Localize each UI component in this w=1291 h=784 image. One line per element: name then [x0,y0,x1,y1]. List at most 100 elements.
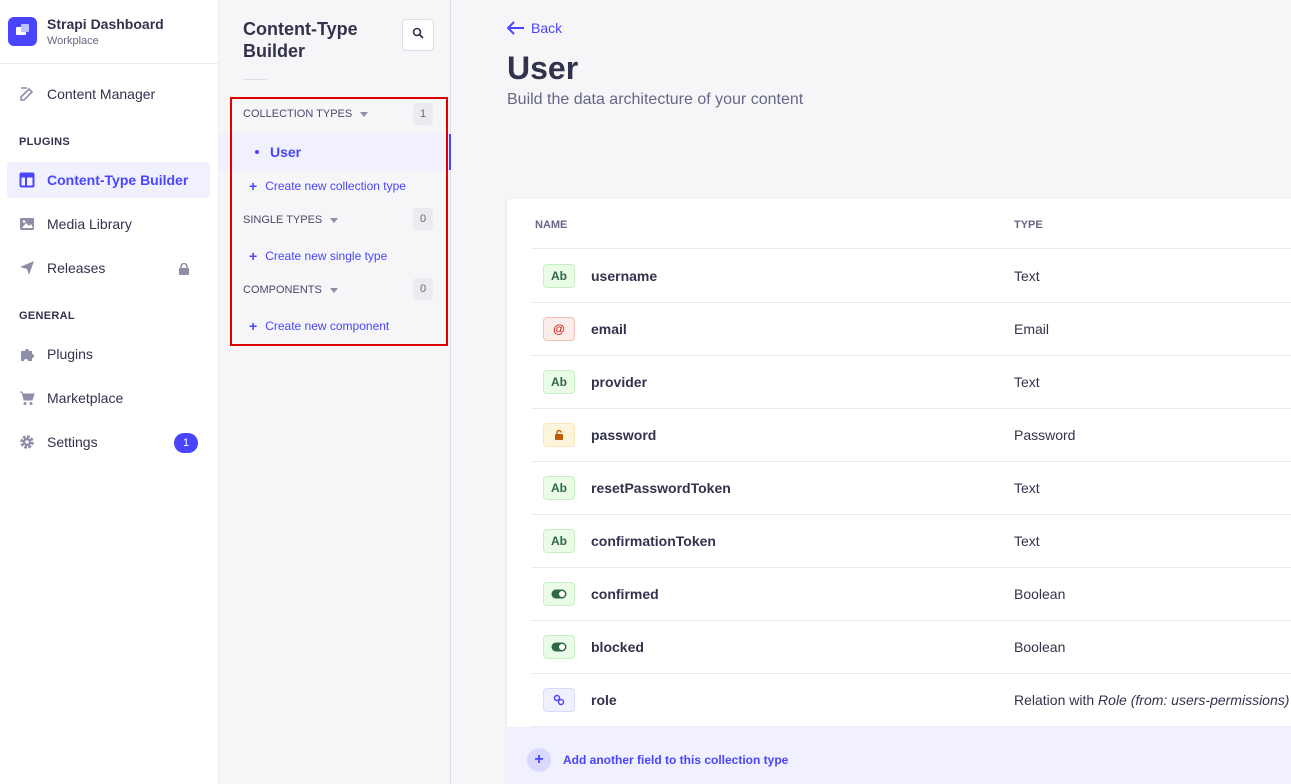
search-icon [412,26,424,44]
field-type-label: Text [1014,480,1040,496]
table-row[interactable]: Ab username Text [531,250,1291,303]
nav-item-media-library[interactable]: Media Library [7,206,210,242]
field-type-label: Relation with [1014,692,1099,708]
field-type: Text [1014,374,1040,390]
column-header-type: TYPE [1014,219,1043,231]
back-link[interactable]: Back [507,20,562,36]
field-type-label: Boolean [1014,639,1066,655]
page-subtitle: Build the data architecture of your cont… [507,91,804,108]
field-icon-glyph: Ab [551,269,567,283]
image-icon [19,216,35,232]
field-type: Text [1014,533,1040,549]
field-name: confirmed [591,586,659,602]
nav-label: Content Manager [47,86,156,102]
back-label: Back [531,20,563,36]
table-row[interactable]: @ email Email [531,303,1291,356]
column-header-name: NAME [535,219,568,231]
field-icon-glyph: Ab [551,375,567,389]
paper-plane-icon [19,260,35,276]
text-field-icon: Ab [543,476,575,500]
arrow-left-icon [507,21,524,35]
layout-icon [19,172,35,188]
nav-section-general: GENERAL [19,310,75,322]
add-field-button[interactable]: + Add another field to this collection t… [527,748,788,772]
brand[interactable]: Strapi Dashboard Workplace [0,0,218,64]
field-type-label: Text [1014,268,1040,284]
shopping-cart-icon [19,390,35,406]
table-row[interactable]: Ab provider Text [531,356,1291,409]
nav-item-settings[interactable]: Settings 1 [7,424,210,460]
nav-item-content-manager[interactable]: Content Manager [7,76,210,112]
table-row[interactable]: Ab resetPasswordToken Text [531,462,1291,515]
pencil-icon [19,86,35,102]
nav-label: Settings [47,434,98,450]
password-field-icon [543,423,575,447]
puzzle-icon [19,346,35,362]
notification-badge: 1 [174,433,198,453]
field-name: password [591,427,657,443]
field-icon-glyph: @ [553,322,565,336]
page-title: User [507,50,579,86]
table-row[interactable]: password Password [531,409,1291,462]
gear-icon [19,434,35,450]
table-row[interactable]: Ab confirmationToken Text [531,515,1291,568]
bool-field-icon [543,635,575,659]
search-button[interactable] [402,19,434,51]
email-field-icon: @ [543,317,575,341]
field-type-label: Text [1014,374,1040,390]
table-row[interactable]: confirmed Boolean [531,568,1291,621]
add-field-row: + Add another field to this collection t… [507,727,1291,784]
lock-icon [178,262,190,278]
nav-label: Plugins [47,346,93,362]
plus-circle-icon: + [527,748,551,772]
field-type-label: Boolean [1014,586,1066,602]
field-icon-glyph: Ab [551,481,567,495]
field-type: Boolean [1014,639,1065,655]
brand-title: Strapi Dashboard [47,16,164,32]
field-name: role [591,692,617,708]
nav-item-content-type-builder[interactable]: Content-Type Builder [7,162,210,198]
nav-label: Marketplace [47,390,124,406]
field-type: Text [1014,268,1040,284]
content-type-builder-subnav: Content-Type Builder COLLECTION TYPES 1 … [219,0,451,784]
table-row[interactable]: blocked Boolean [531,621,1291,674]
add-field-label: Add another field to this collection typ… [563,753,789,767]
divider [243,79,267,80]
relation-field-icon [543,688,575,712]
nav-label: Media Library [47,216,132,232]
table-row[interactable]: role Relation with Role (from: users-perm… [531,674,1291,727]
subnav-title: Content-Type Builder [243,19,358,61]
field-type: Email [1014,321,1049,337]
field-type: Boolean [1014,586,1065,602]
field-type: Text [1014,480,1040,496]
highlight-box [230,97,448,346]
nav-label: Content-Type Builder [47,172,189,188]
field-name: resetPasswordToken [591,480,731,496]
field-type-label: Text [1014,533,1040,549]
field-name: email [591,321,627,337]
nav-section-plugins: PLUGINS [19,136,70,148]
field-name: blocked [591,639,644,655]
text-field-icon: Ab [543,264,575,288]
main-nav: Strapi Dashboard Workplace Content Manag… [0,0,219,784]
bool-field-icon [543,582,575,606]
field-type-label: Email [1014,321,1050,337]
text-field-icon: Ab [543,529,575,553]
field-type-label: Password [1014,427,1076,443]
nav-item-plugins[interactable]: Plugins [7,336,210,372]
field-type: Password [1014,427,1075,443]
field-name: provider [591,374,648,390]
field-icon-glyph: Ab [551,534,567,548]
nav-label: Releases [47,260,106,276]
fields-table: NAME TYPE Ab username Text @ email Email Ab pro… [507,199,1291,784]
relation-target: Role (from: users-permissions) [1098,692,1290,708]
text-field-icon: Ab [543,370,575,394]
nav-item-releases[interactable]: Releases [7,250,210,286]
brand-subtitle: Workplace [47,35,99,47]
field-name: confirmationToken [591,533,716,549]
table-header: NAME TYPE [531,199,1291,249]
field-type: Relation with Role (from: users-permissi… [1014,692,1289,708]
strapi-logo-icon [8,17,37,46]
nav-item-marketplace[interactable]: Marketplace [7,380,210,416]
field-name: username [591,268,658,284]
